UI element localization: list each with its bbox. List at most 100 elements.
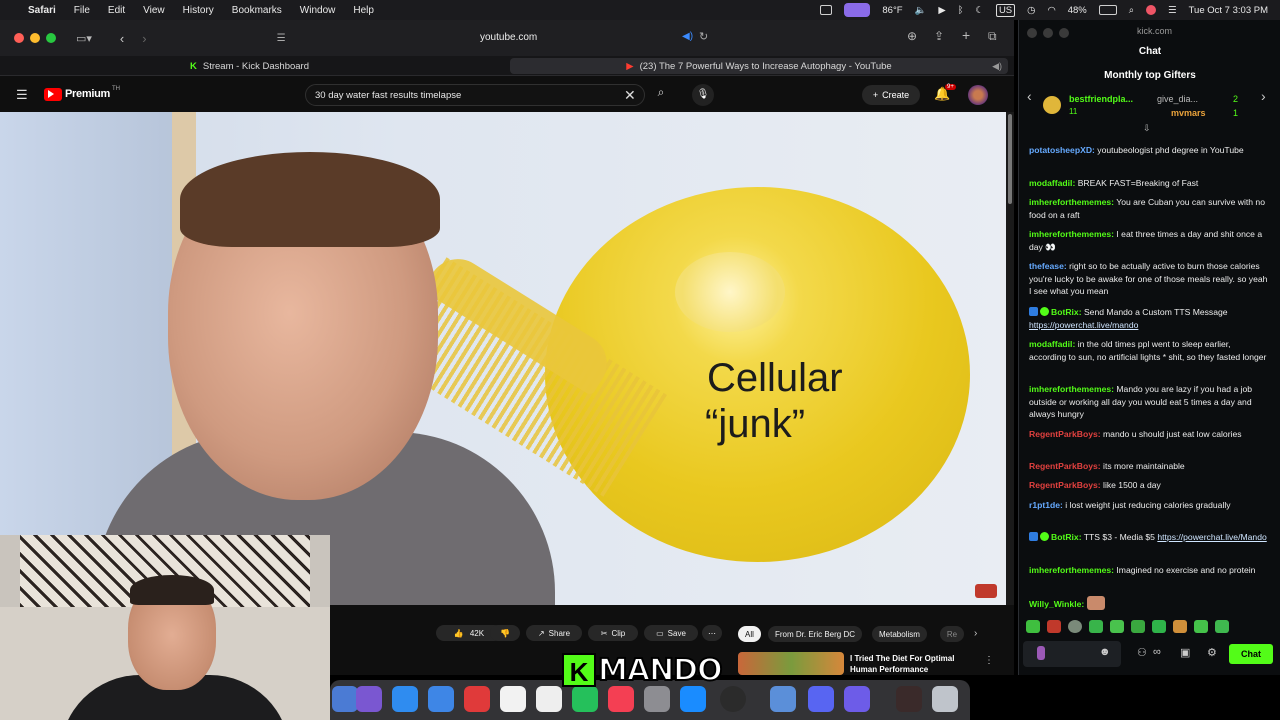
tab-youtube[interactable]: ▶ (23) The 7 Powerful Ways to Increase A…	[510, 58, 1008, 74]
page-menu-icon[interactable]: ☰	[277, 33, 286, 44]
chip-metabolism[interactable]: Metabolism	[872, 626, 927, 642]
emote-icon[interactable]	[1131, 620, 1145, 633]
audio-icon[interactable]: ◀)	[682, 31, 693, 42]
menu-icon[interactable]: ☰	[16, 87, 28, 103]
chip-channel[interactable]: From Dr. Eric Berg DC	[768, 626, 863, 642]
recommended-thumbnail[interactable]	[738, 652, 844, 675]
pin-icon[interactable]: ⇩	[1143, 123, 1151, 134]
dock-whatsapp-icon[interactable]	[572, 686, 598, 712]
chat-username[interactable]: modaffadil:	[1029, 178, 1075, 188]
create-button[interactable]: + Create	[862, 85, 920, 105]
control-center-icon[interactable]: ☰	[1168, 5, 1177, 16]
new-tab-icon[interactable]: +	[962, 27, 970, 43]
chat-username[interactable]: thefease:	[1029, 261, 1067, 271]
tab-kick[interactable]: K Stream - Kick Dashboard	[190, 58, 510, 74]
reload-icon[interactable]: ↻	[699, 30, 708, 43]
gifter-3-name[interactable]: mvmars	[1171, 108, 1206, 118]
dock-music-icon[interactable]	[608, 686, 634, 712]
chat-username[interactable]: RegentParkBoys:	[1029, 429, 1101, 439]
dock-finder-icon[interactable]	[770, 686, 796, 712]
gifters-next-icon[interactable]: ›	[1261, 88, 1266, 104]
emote-icon[interactable]	[1068, 620, 1082, 633]
screen-record-icon[interactable]	[844, 3, 871, 17]
dock-app-icon[interactable]	[356, 686, 382, 712]
chat-gift-icon[interactable]: ▣	[1180, 646, 1190, 659]
search-icon[interactable]: ⌕	[648, 85, 674, 105]
volume-icon[interactable]: 🔈	[915, 5, 927, 16]
chip-all[interactable]: All	[738, 626, 761, 642]
emote-icon[interactable]	[1026, 620, 1040, 633]
chat-users-icon[interactable]: ⚇	[1137, 646, 1147, 659]
video-player[interactable]: Cellular “junk”	[0, 112, 1006, 605]
dock-mail-app-icon[interactable]	[844, 686, 870, 712]
menu-safari[interactable]: Safari	[28, 5, 56, 16]
kick-minimize-button[interactable]	[1043, 28, 1053, 38]
dock-folder-icon[interactable]	[896, 686, 922, 712]
chat-username[interactable]: imhereforthememes:	[1029, 229, 1114, 239]
tab-mute-icon[interactable]: ◀)	[992, 61, 1002, 72]
recommended-title[interactable]: I Tried The Diet For Optimal Human Perfo…	[850, 653, 954, 675]
gifter-1-name[interactable]: bestfriendpla...	[1069, 94, 1133, 104]
menu-file[interactable]: File	[74, 5, 90, 16]
dock-settings-icon[interactable]	[644, 686, 670, 712]
chat-username[interactable]: BotRix:	[1051, 307, 1082, 317]
chat-username[interactable]: RegentParkBoys:	[1029, 480, 1101, 490]
share-icon[interactable]: ⇪	[934, 29, 944, 43]
gifters-prev-icon[interactable]: ‹	[1027, 88, 1032, 104]
kick-close-button[interactable]	[1027, 28, 1037, 38]
emote-icon[interactable]	[1194, 620, 1208, 633]
chat-link-icon[interactable]: ∞	[1153, 646, 1161, 658]
emoji-icon[interactable]: ☻	[1099, 646, 1111, 658]
emote-icon[interactable]	[1215, 620, 1229, 633]
emote-icon[interactable]	[1110, 620, 1124, 633]
moon-icon[interactable]: ☾	[975, 5, 984, 16]
close-window-button[interactable]	[14, 33, 24, 43]
wifi-icon[interactable]: ◠	[1047, 5, 1055, 16]
send-chat-button[interactable]: Chat	[1229, 644, 1273, 664]
dock-notes-icon[interactable]	[500, 686, 526, 712]
recommended-menu-icon[interactable]: ⋮	[984, 655, 994, 666]
menubar-clock[interactable]: Tue Oct 7 3:03 PM	[1189, 5, 1268, 16]
mic-icon[interactable]: 🎙	[692, 84, 714, 106]
sidebar-icon[interactable]: ▭▾	[76, 32, 92, 45]
chat-username[interactable]: imhereforthememes:	[1029, 384, 1114, 394]
dock-reminders-icon[interactable]	[536, 686, 562, 712]
battery-icon[interactable]	[1098, 5, 1117, 15]
dock-opera-icon[interactable]	[464, 686, 490, 712]
download-icon[interactable]: ⊕	[907, 29, 917, 43]
url-field[interactable]: youtube.com	[480, 32, 537, 43]
share-button[interactable]: ↗ Share	[526, 625, 582, 641]
dock-safari-icon[interactable]	[392, 686, 418, 712]
input-source[interactable]: US	[995, 3, 1016, 17]
chat-username[interactable]: r1pt1de:	[1029, 500, 1063, 510]
chat-username[interactable]: imhereforthememes:	[1029, 565, 1114, 575]
bluetooth-icon[interactable]: ᛒ	[958, 5, 964, 16]
back-icon[interactable]: ‹	[120, 31, 124, 46]
chat-username[interactable]: modaffadil:	[1029, 339, 1075, 349]
dock-trash-icon[interactable]	[932, 686, 958, 712]
avatar[interactable]	[968, 85, 988, 105]
chat-input[interactable]: ☻	[1023, 641, 1121, 667]
chip-more[interactable]: Re	[940, 626, 964, 642]
chat-link[interactable]: https://powerchat.live/Mando	[1157, 532, 1266, 542]
status-icon[interactable]	[820, 5, 833, 15]
chevron-right-icon[interactable]: ›	[974, 628, 977, 639]
dock-chrome-icon[interactable]	[720, 686, 746, 712]
save-button[interactable]: ▭ Save	[644, 625, 698, 641]
page-scrollbar[interactable]	[1006, 112, 1014, 605]
chat-settings-icon[interactable]: ⚙	[1207, 646, 1217, 659]
scrollbar-thumb[interactable]	[1008, 114, 1012, 204]
dock-discord-icon[interactable]	[808, 686, 834, 712]
emote-icon[interactable]	[1152, 620, 1166, 633]
menu-bookmarks[interactable]: Bookmarks	[232, 5, 282, 16]
emote-icon[interactable]	[1173, 620, 1187, 633]
gifter-2-name[interactable]: give_dia...	[1157, 94, 1198, 104]
weather-label[interactable]: 86°F	[882, 5, 902, 16]
battery-label[interactable]: 48%	[1068, 5, 1087, 16]
zoom-window-button[interactable]	[46, 33, 56, 43]
menu-view[interactable]: View	[143, 5, 165, 16]
chat-username[interactable]: potatosheepXD:	[1029, 145, 1095, 155]
dock-mail-icon[interactable]	[428, 686, 454, 712]
dock-appstore-icon[interactable]	[680, 686, 706, 712]
chat-username[interactable]: RegentParkBoys:	[1029, 461, 1101, 471]
